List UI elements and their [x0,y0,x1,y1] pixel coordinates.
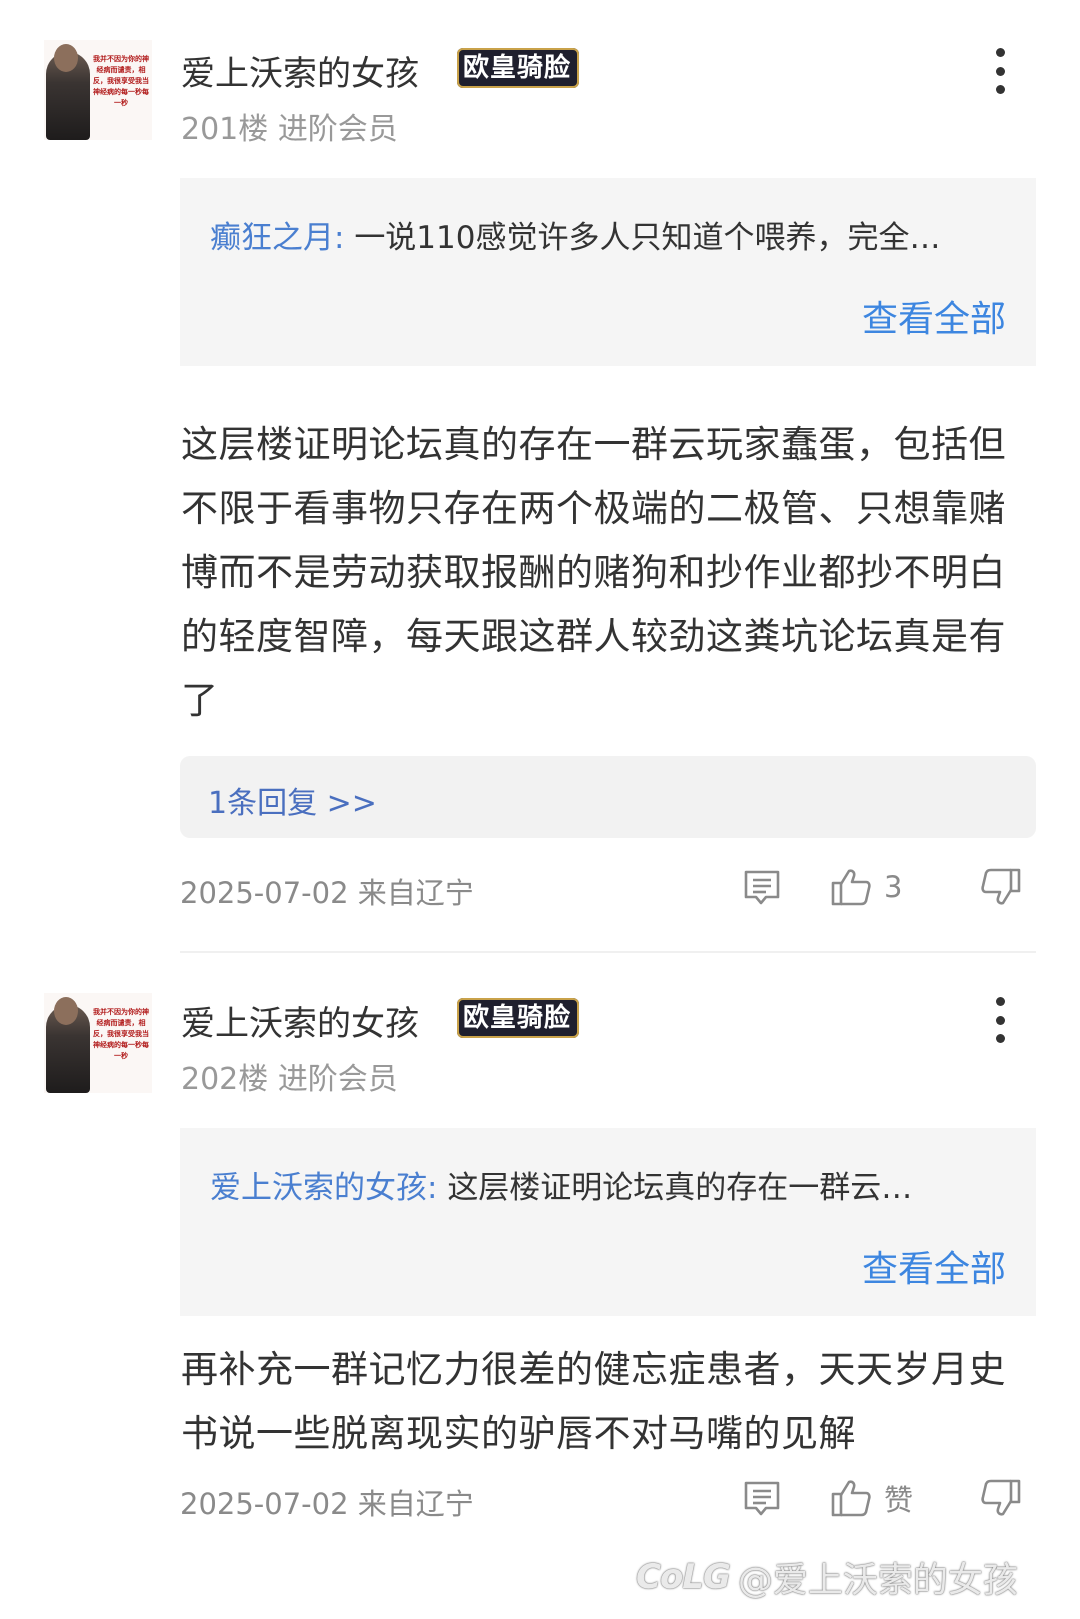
username[interactable]: 爱上沃索的女孩 [181,46,419,95]
post-date: 2025-07-02 [180,1487,349,1521]
quote-line: 癫狂之月: 一说110感觉许多人只知道个喂养，完全… [210,212,1010,257]
quote-text: 这层楼证明论坛真的存在一群云… [447,1170,913,1206]
user-badge: 欧皇骑脸 [457,998,580,1038]
like-count: 3 [884,870,903,904]
quote-author[interactable]: 爱上沃索的女孩: [210,1170,437,1206]
watermark-handle: @爱上沃索的女孩 [737,1560,1018,1601]
floor-number: 201楼 [181,112,269,147]
post-content: 再补充一群记忆力很差的健忘症患者，天天岁月史书说一些脱离现实的驴唇不对马嘴的见解 [181,1348,1006,1455]
like-button[interactable]: 赞 [830,1475,913,1521]
quoted-reply[interactable]: 爱上沃索的女孩: 这层楼证明论坛真的存在一群云… 查看全部 [180,1128,1036,1316]
member-rank: 进阶会员 [277,112,398,147]
quoted-reply[interactable]: 癫狂之月: 一说110感觉许多人只知道个喂养，完全… 查看全部 [180,178,1036,366]
more-vertical-icon[interactable] [990,997,1010,1043]
view-all-link[interactable]: 查看全部 [862,1240,1006,1292]
member-rank: 进阶会员 [277,1062,398,1097]
username[interactable]: 爱上沃索的女孩 [181,996,419,1045]
floor-info: 201楼 进阶会员 [181,104,398,148]
more-vertical-icon[interactable] [990,48,1010,94]
post-location: 来自辽宁 [357,1487,474,1521]
comment-button[interactable] [742,864,782,910]
post-date: 2025-07-02 [180,876,349,910]
post-202: 我并不因为你的神经病而谴责，相反，我很享受我当神经病的每一秒每一秒 爱上沃索的女… [0,955,1080,1619]
avatar-head [54,997,78,1025]
comment-icon [744,1481,780,1516]
quote-text: 一说110感觉许多人只知道个喂养，完全… [354,220,941,256]
quote-author[interactable]: 癫狂之月: [210,220,344,256]
dislike-button[interactable] [980,1475,1022,1521]
like-button[interactable]: 3 [830,864,902,910]
dislike-button[interactable] [980,864,1022,910]
post-meta: 2025-07-02 来自辽宁 [180,1481,474,1523]
post-location: 来自辽宁 [357,876,474,910]
avatar[interactable]: 我并不因为你的神经病而谴责，相反，我很享受我当神经病的每一秒每一秒 [44,40,152,140]
floor-number: 202楼 [181,1062,269,1097]
post-201: 我并不因为你的神经病而谴责，相反，我很享受我当神经病的每一秒每一秒 爱上沃索的女… [0,0,1080,955]
watermark: CoLG @爱上沃索的女孩 [636,1550,1018,1604]
post-divider [180,951,1036,953]
post-meta: 2025-07-02 来自辽宁 [180,870,474,912]
thumbs-down-icon [981,1479,1021,1516]
post-content: 这层楼证明论坛真的存在一群云玩家蠢蛋，包括但不限于看事物只存在两个极端的二极管、… [181,423,1006,722]
badge-label: 欧皇骑脸 [463,53,572,83]
badge-label: 欧皇骑脸 [463,1003,572,1033]
avatar-head [54,44,78,72]
view-all-link[interactable]: 查看全部 [862,290,1006,342]
replies-link[interactable]: 1条回复 >> [208,778,377,822]
user-badge: 欧皇骑脸 [457,48,580,88]
avatar-caption: 我并不因为你的神经病而谴责，相反，我很享受我当神经病的每一秒每一秒 [93,1008,149,1060]
thumbs-down-icon [981,868,1021,905]
avatar[interactable]: 我并不因为你的神经病而谴责，相反，我很享受我当神经病的每一秒每一秒 [44,993,152,1093]
replies-box[interactable]: 1条回复 >> [180,756,1036,838]
avatar-caption: 我并不因为你的神经病而谴责，相反，我很享受我当神经病的每一秒每一秒 [93,55,149,107]
comment-icon [744,870,780,905]
watermark-logo: CoLG [636,1557,731,1597]
thumbs-up-icon [831,869,871,906]
comment-button[interactable] [742,1475,782,1521]
floor-info: 202楼 进阶会员 [181,1054,398,1098]
thumbs-up-icon [831,1480,871,1517]
quote-line: 爱上沃索的女孩: 这层楼证明论坛真的存在一群云… [210,1162,1010,1207]
like-label: 赞 [884,1483,914,1517]
